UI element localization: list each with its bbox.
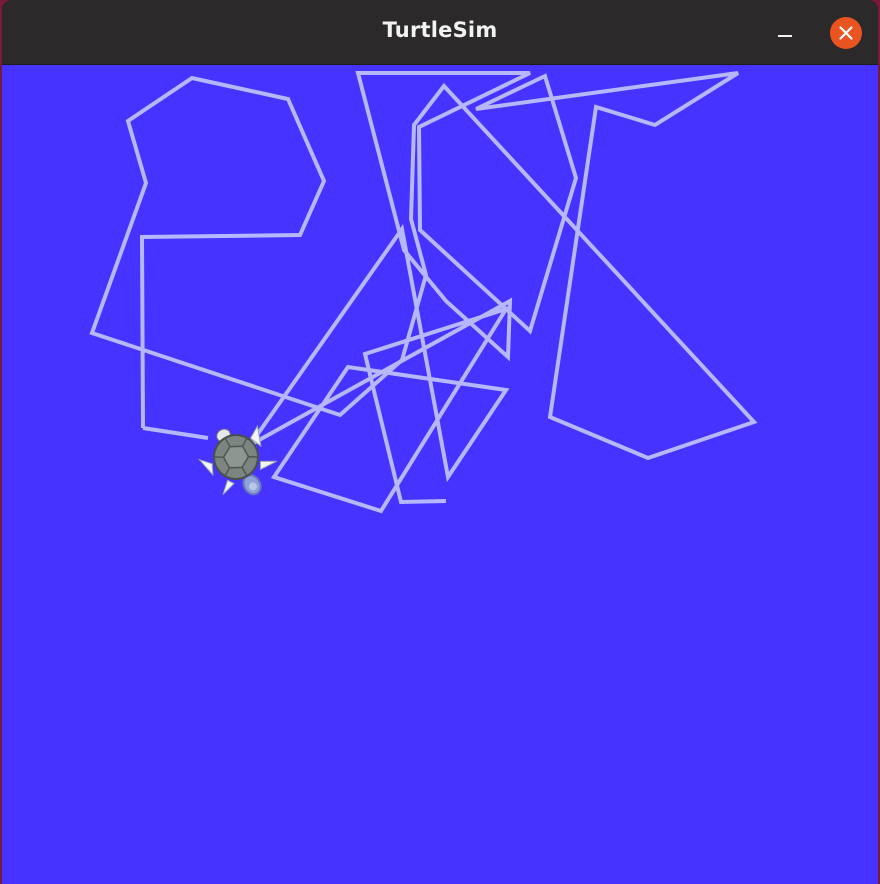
title-bar[interactable]: TurtleSim <box>2 0 878 65</box>
pen-trail <box>89 71 758 514</box>
pen-trail-start <box>142 426 209 440</box>
window-title: TurtleSim <box>382 18 498 42</box>
close-icon <box>839 26 853 40</box>
turtle-canvas[interactable] <box>2 65 878 884</box>
close-button[interactable] <box>830 17 862 49</box>
minimize-button[interactable] <box>770 17 800 47</box>
turtlesim-window: TurtleSim <box>2 0 878 884</box>
drawing-surface <box>89 71 758 514</box>
turtle-icon <box>197 424 277 496</box>
minimize-icon <box>778 35 792 37</box>
